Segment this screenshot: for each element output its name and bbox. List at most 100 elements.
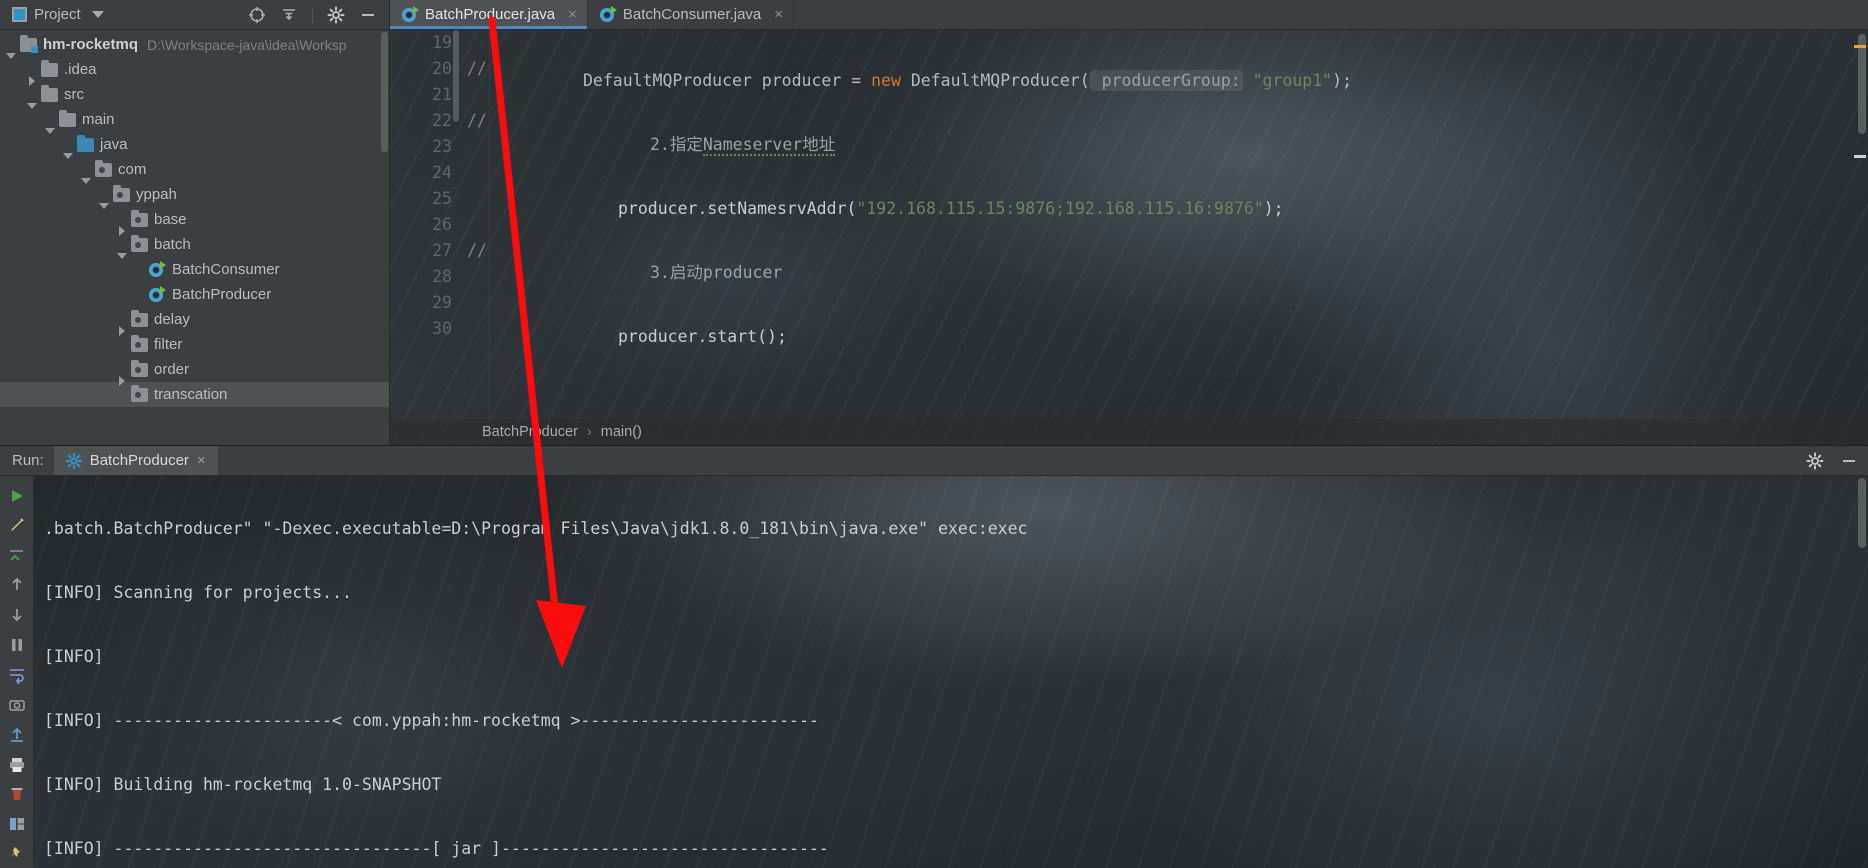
tree-item-batch[interactable]: batch bbox=[0, 232, 389, 259]
pause-icon[interactable] bbox=[3, 631, 31, 659]
idea-window: Project BatchProducer.java × BatchConsum… bbox=[0, 0, 1868, 868]
project-tree[interactable]: hm-rocketmq D:\Workspace-java\idea\Works… bbox=[0, 30, 390, 445]
chevron-down-icon[interactable] bbox=[91, 11, 104, 18]
package-icon bbox=[113, 184, 130, 202]
folder-icon bbox=[41, 59, 58, 77]
minimize-icon[interactable] bbox=[1840, 452, 1858, 470]
tree-item-label: java bbox=[100, 136, 128, 153]
close-icon[interactable]: × bbox=[197, 452, 206, 469]
code-line-22: 3.启动producer bbox=[650, 263, 783, 282]
rerun-failed-icon[interactable] bbox=[3, 542, 31, 570]
tree-item-batchproducer[interactable]: BatchProducer bbox=[0, 282, 389, 307]
layout-icon[interactable] bbox=[3, 810, 31, 838]
screenshot-icon[interactable] bbox=[3, 691, 31, 719]
tree-item-batchconsumer[interactable]: BatchConsumer bbox=[0, 257, 389, 282]
change-marker[interactable] bbox=[1854, 155, 1866, 158]
line-number: 30 bbox=[432, 319, 452, 338]
project-panel-toolbar bbox=[248, 6, 383, 24]
line-number: 21 bbox=[432, 85, 452, 104]
tree-item-hm-rocketmq[interactable]: hm-rocketmq D:\Workspace-java\idea\Works… bbox=[0, 32, 389, 59]
comment-marker bbox=[462, 186, 489, 212]
run-label: Run: bbox=[12, 452, 44, 469]
editor-tab-batchproducer[interactable]: BatchProducer.java × bbox=[390, 0, 588, 29]
gear-icon[interactable] bbox=[327, 6, 345, 24]
package-icon bbox=[131, 384, 148, 402]
code-fold-column[interactable]: // // // bbox=[462, 30, 490, 445]
gutter-scrollbar[interactable] bbox=[453, 30, 459, 122]
tree-item-base[interactable]: base bbox=[0, 207, 389, 236]
breadcrumb[interactable]: BatchProducer › main() bbox=[390, 419, 1868, 445]
tree-item-java[interactable]: java bbox=[0, 132, 389, 159]
module-folder-icon bbox=[20, 34, 38, 53]
collapse-all-icon[interactable] bbox=[280, 6, 298, 24]
gear-icon bbox=[65, 452, 82, 469]
folder-icon bbox=[59, 109, 76, 127]
project-panel-title: Project bbox=[34, 6, 81, 23]
print-icon[interactable] bbox=[3, 751, 31, 779]
console-line: [INFO] --------------------------------[… bbox=[44, 839, 829, 858]
tree-item-src[interactable]: src bbox=[0, 82, 389, 109]
tree-item-idea[interactable]: .idea bbox=[0, 57, 389, 86]
rerun-icon[interactable] bbox=[3, 482, 31, 510]
editor-tab-batchconsumer[interactable]: BatchConsumer.java × bbox=[587, 0, 795, 29]
tree-item-filter[interactable]: filter bbox=[0, 332, 389, 357]
code-area[interactable]: 19 20 21 22 23 24 25 26 27 28 29 30 // /… bbox=[390, 30, 1868, 445]
soft-wrap-icon[interactable] bbox=[3, 661, 31, 689]
package-icon bbox=[131, 209, 148, 227]
close-icon[interactable]: × bbox=[774, 6, 783, 23]
export-icon[interactable] bbox=[3, 721, 31, 749]
tree-scrollbar[interactable] bbox=[381, 32, 388, 152]
tree-item-transcation[interactable]: transcation bbox=[0, 382, 389, 407]
scroll-down-icon[interactable] bbox=[3, 601, 31, 629]
code-editor[interactable]: 19 20 21 22 23 24 25 26 27 28 29 30 // /… bbox=[390, 30, 1868, 445]
gear-icon[interactable] bbox=[1806, 452, 1824, 470]
toolbar-divider bbox=[312, 6, 313, 23]
console-output[interactable]: .batch.BatchProducer" "-Dexec.executable… bbox=[34, 476, 1868, 868]
package-icon bbox=[131, 309, 148, 327]
tree-item-label: order bbox=[154, 361, 190, 378]
java-class-icon bbox=[599, 5, 617, 23]
comment-marker bbox=[462, 134, 489, 160]
console-lines[interactable]: .batch.BatchProducer" "-Dexec.executable… bbox=[34, 476, 1868, 868]
run-tab-label: BatchProducer bbox=[89, 452, 189, 469]
console-line: [INFO] Building hm-rocketmq 1.0-SNAPSHOT bbox=[44, 775, 442, 794]
run-body: .batch.BatchProducer" "-Dexec.executable… bbox=[0, 476, 1868, 868]
crosshair-icon[interactable] bbox=[248, 6, 266, 24]
comment-marker bbox=[462, 82, 489, 108]
close-icon[interactable]: × bbox=[568, 6, 577, 23]
edit-configuration-icon[interactable] bbox=[3, 512, 31, 540]
main-area: hm-rocketmq D:\Workspace-java\idea\Works… bbox=[0, 30, 1868, 445]
code-line-21: producer.setNamesrvAddr("192.168.115.15:… bbox=[618, 199, 1284, 218]
warning-marker[interactable] bbox=[1854, 45, 1866, 48]
comment-marker bbox=[462, 160, 489, 186]
code-lines[interactable]: DefaultMQProducer producer = new Default… bbox=[490, 30, 1868, 445]
tree-item-main[interactable]: main bbox=[0, 107, 389, 134]
line-number: 25 bbox=[432, 189, 452, 208]
tree-item-label: BatchProducer bbox=[172, 286, 272, 303]
run-sidebar-toolbar bbox=[0, 476, 34, 868]
breadcrumb-class[interactable]: BatchProducer bbox=[482, 424, 578, 440]
run-tab-batchproducer[interactable]: BatchProducer × bbox=[53, 446, 218, 475]
tree-item-label: main bbox=[82, 111, 115, 128]
java-class-icon bbox=[149, 285, 166, 303]
tree-item-com[interactable]: com bbox=[0, 157, 389, 184]
line-number: 26 bbox=[432, 215, 452, 234]
tree-item-label: transcation bbox=[154, 386, 228, 403]
clear-all-icon[interactable] bbox=[3, 780, 31, 808]
console-line: [INFO] bbox=[44, 647, 114, 666]
tree-item-order[interactable]: order bbox=[0, 357, 389, 386]
minimize-icon[interactable] bbox=[359, 6, 377, 24]
breadcrumb-method[interactable]: main() bbox=[601, 424, 642, 440]
pin-icon[interactable] bbox=[3, 840, 31, 868]
run-tool-window: Run: BatchProducer × .batch.BatchProduce… bbox=[0, 445, 1868, 868]
project-panel-title-group[interactable]: Project bbox=[6, 6, 104, 23]
console-scrollbar[interactable] bbox=[1858, 478, 1866, 548]
comment-marker: // bbox=[467, 111, 487, 130]
line-number-gutter: 19 20 21 22 23 24 25 26 27 28 29 30 bbox=[390, 30, 462, 445]
editor-vertical-scrollbar[interactable] bbox=[1858, 34, 1866, 134]
line-number: 29 bbox=[432, 293, 452, 312]
scroll-up-icon[interactable] bbox=[3, 572, 31, 600]
tree-item-delay[interactable]: delay bbox=[0, 307, 389, 336]
tree-item-yppah[interactable]: yppah bbox=[0, 182, 389, 209]
